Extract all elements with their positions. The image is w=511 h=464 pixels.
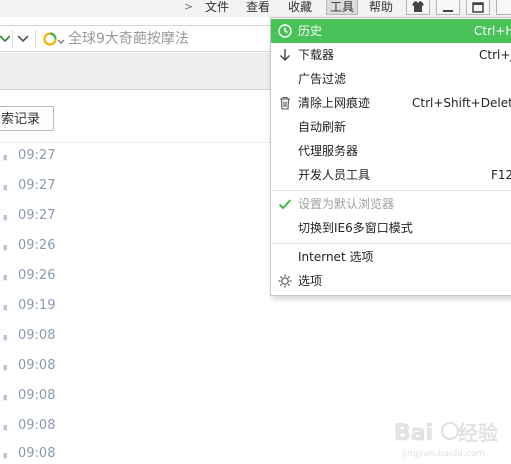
history-entry[interactable]: ▗ 09:27 xyxy=(0,206,270,226)
menu-item-label: 开发人员工具 xyxy=(298,168,371,182)
history-time: 09:08 xyxy=(18,446,56,461)
page-icon: ▗ xyxy=(0,421,7,431)
tools-menu: 历史 Ctrl+H 下载器 Ctrl+J 广告过滤 清除上网痕迹 Ctrl+Sh… xyxy=(270,17,511,296)
search-engine-icon[interactable] xyxy=(42,31,66,47)
svg-text:Bai: Bai xyxy=(394,421,433,446)
page-icon: ▗ xyxy=(0,211,7,221)
menu-bar: > 文件 查看 收藏 工具 帮助 xyxy=(0,0,511,17)
menu-item-label: 代理服务器 xyxy=(298,144,359,158)
history-entry[interactable]: ▗ 09:27 xyxy=(0,176,270,196)
page-icon: ▗ xyxy=(0,301,7,311)
menu-item-shortcut: Ctrl+J xyxy=(479,48,511,62)
shirt-icon xyxy=(412,1,424,12)
menu-item-label: 自动刷新 xyxy=(298,120,347,134)
menu-item-internet-options[interactable]: Internet 选项 xyxy=(271,245,511,269)
page-icon: ▗ xyxy=(0,271,7,281)
menu-item-clear-traces[interactable]: 清除上网痕迹 Ctrl+Shift+Delete xyxy=(271,91,511,115)
chevron-down-icon[interactable] xyxy=(0,31,10,47)
menu-item-history[interactable]: 历史 Ctrl+H xyxy=(271,19,511,43)
history-entry[interactable]: ▗ 09:08 xyxy=(0,326,270,346)
dropdown-arrow-icon[interactable] xyxy=(16,31,30,47)
history-time: 09:27 xyxy=(18,208,56,223)
menu-item-label: Internet 选项 xyxy=(298,250,374,264)
menu-overflow-arrow[interactable]: > xyxy=(184,0,193,15)
menu-item-shortcut: Ctrl+H xyxy=(474,24,511,38)
history-time: 09:27 xyxy=(18,148,56,163)
restore-icon xyxy=(472,2,484,13)
history-time: 09:26 xyxy=(18,268,56,283)
page-icon: ▗ xyxy=(0,151,7,161)
check-icon xyxy=(278,199,292,210)
menu-help[interactable]: 帮助 xyxy=(369,0,393,15)
history-time: 09:08 xyxy=(18,358,56,373)
page-icon: ▗ xyxy=(0,449,7,459)
history-entry[interactable]: ▗ 09:08 xyxy=(0,416,270,436)
menu-tools[interactable]: 工具 xyxy=(326,0,359,15)
minimize-icon xyxy=(443,10,453,12)
history-time: 09:08 xyxy=(18,388,56,403)
svg-text:经验: 经验 xyxy=(458,421,498,445)
watermark-logo: Bai 经验 jingyan.baidu.com xyxy=(394,421,499,459)
menu-item-downloader[interactable]: 下载器 Ctrl+J xyxy=(271,43,511,67)
menu-item-ad-filter[interactable]: 广告过滤 xyxy=(271,67,511,91)
history-entry[interactable]: ▗ 09:08 xyxy=(0,356,270,376)
restore-button[interactable] xyxy=(466,0,490,15)
page-icon: ▗ xyxy=(0,391,7,401)
menu-item-label: 历史 xyxy=(298,24,323,38)
gear-icon xyxy=(278,274,292,288)
menu-item-shortcut: Ctrl+Shift+Delete xyxy=(412,96,511,110)
menu-item-ie6-mode[interactable]: 切换到IE6多窗口模式 xyxy=(271,216,511,240)
skin-button[interactable] xyxy=(406,0,430,15)
history-time: 09:26 xyxy=(18,238,56,253)
menu-item-proxy[interactable]: 代理服务器 xyxy=(271,139,511,163)
menu-item-shortcut: F12 xyxy=(491,168,511,182)
history-entry[interactable]: ▗ 09:19 xyxy=(0,296,270,316)
history-entry[interactable]: ▗ 09:08 xyxy=(0,386,270,406)
menu-favorites[interactable]: 收藏 xyxy=(288,0,312,15)
menu-item-label: 设置为默认浏览器 xyxy=(298,197,395,211)
clear-search-records-button[interactable]: 索记录 xyxy=(0,106,54,131)
history-time: 09:27 xyxy=(18,178,56,193)
history-entry[interactable]: ▗ 09:26 xyxy=(0,236,270,256)
history-entry[interactable]: ▗ 09:26 xyxy=(0,266,270,286)
menu-separator xyxy=(272,190,511,191)
menu-item-label: 广告过滤 xyxy=(298,72,347,86)
trash-icon xyxy=(280,96,290,110)
menu-separator xyxy=(272,243,511,244)
history-time: 09:19 xyxy=(18,298,56,313)
search-input[interactable] xyxy=(68,29,268,49)
toolbar-divider xyxy=(35,30,36,48)
menu-item-auto-refresh[interactable]: 自动刷新 xyxy=(271,115,511,139)
menu-item-label: 清除上网痕迹 xyxy=(298,96,371,110)
page-icon: ▗ xyxy=(0,241,7,251)
page-icon: ▗ xyxy=(0,361,7,371)
page-icon: ▗ xyxy=(0,181,7,191)
minimize-button[interactable] xyxy=(436,0,460,15)
toolbar-divider xyxy=(12,30,13,48)
menu-item-label: 选项 xyxy=(298,274,323,288)
history-entry[interactable]: ▗ 09:08 xyxy=(0,444,270,464)
menu-item-label: 切换到IE6多窗口模式 xyxy=(298,221,413,235)
close-button[interactable] xyxy=(496,0,511,15)
menu-item-set-default: 设置为默认浏览器 xyxy=(271,192,511,216)
page-icon: ▗ xyxy=(0,331,7,341)
history-time: 09:08 xyxy=(18,328,56,343)
menu-item-label: 下载器 xyxy=(298,48,335,62)
menu-view[interactable]: 查看 xyxy=(246,0,270,15)
history-time: 09:08 xyxy=(18,418,56,433)
menu-item-options[interactable]: 选项 xyxy=(271,269,511,293)
svg-text:jingyan.baidu.com: jingyan.baidu.com xyxy=(401,449,485,459)
clock-icon xyxy=(278,24,292,38)
menu-file[interactable]: 文件 xyxy=(205,0,229,15)
download-icon xyxy=(280,49,290,61)
menu-item-dev-tools[interactable]: 开发人员工具 F12 xyxy=(271,163,511,187)
history-entry[interactable]: ▗ 09:27 xyxy=(0,146,270,166)
baidu-jingyan-watermark: Bai 经验 jingyan.baidu.com xyxy=(392,412,511,460)
